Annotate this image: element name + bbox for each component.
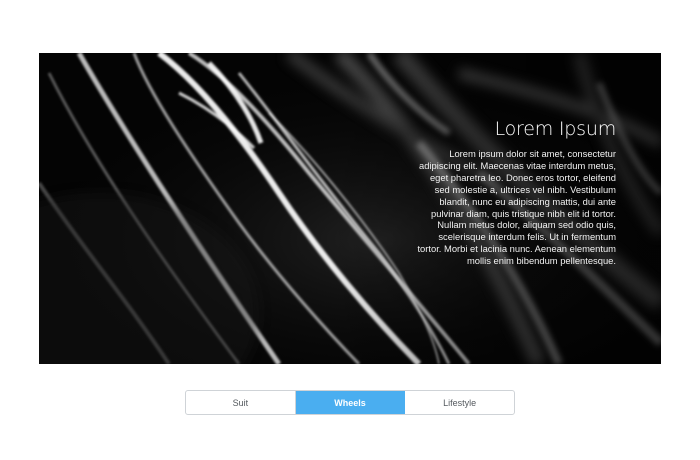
slide-tabs: Suit Wheels Lifestyle: [185, 390, 515, 415]
hero-slide: Lorem Ipsum Lorem ipsum dolor sit amet, …: [39, 53, 661, 364]
tab-suit[interactable]: Suit: [186, 391, 296, 414]
tab-wheels[interactable]: Wheels: [295, 391, 406, 414]
hero-title: Lorem Ipsum: [494, 118, 617, 140]
tab-lifestyle[interactable]: Lifestyle: [405, 391, 514, 414]
hero-caption: Lorem Ipsum Lorem ipsum dolor sit amet, …: [416, 117, 616, 267]
hero-body-text: Lorem ipsum dolor sit amet, consectetur …: [417, 148, 616, 267]
page: Lorem Ipsum Lorem ipsum dolor sit amet, …: [0, 0, 700, 460]
